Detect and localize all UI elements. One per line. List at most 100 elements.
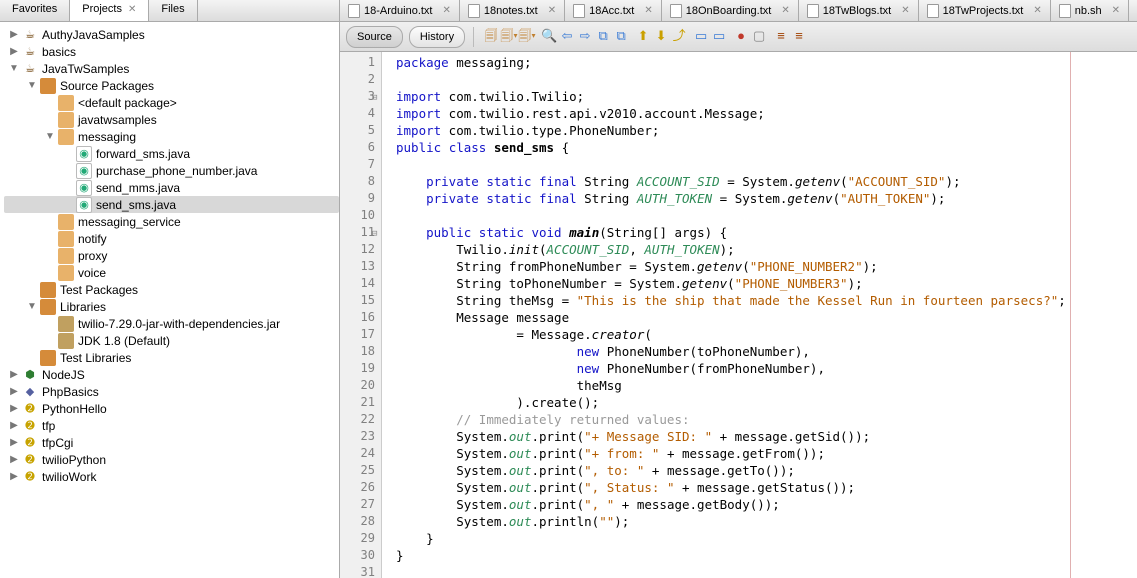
editor-tab[interactable]: nb.sh✕ (1051, 0, 1129, 21)
tree-node[interactable]: JDK 1.8 (Default) (4, 332, 339, 349)
tree-node[interactable]: twilio-7.29.0-jar-with-dependencies.jar (4, 315, 339, 332)
source-button[interactable]: Source (346, 26, 403, 48)
tree-label: send_sms.java (96, 198, 176, 212)
tree-node[interactable]: ▼☕︎JavaTwSamples (4, 60, 339, 77)
i-py-icon: ➋ (22, 452, 38, 468)
tree-node[interactable]: ▶➋PythonHello (4, 400, 339, 417)
tree-node[interactable]: ▶⬢NodeJS (4, 366, 339, 383)
close-icon[interactable]: ✕ (781, 5, 789, 16)
chevron-right-icon[interactable]: ▶ (8, 29, 20, 40)
tab-favorites[interactable]: Favorites (0, 0, 70, 21)
i-pkgroot-icon (40, 78, 56, 94)
tree-node[interactable]: ▼ Libraries (4, 298, 339, 315)
toolbar-icon[interactable]: ▭ (710, 27, 728, 45)
tree-node[interactable]: messaging_service (4, 213, 339, 230)
code-area[interactable]: package messaging;import com.twilio.Twil… (382, 52, 1137, 578)
chevron-right-icon[interactable]: ▶ (8, 420, 20, 431)
tree-node[interactable]: Test Packages (4, 281, 339, 298)
toolbar-icon[interactable]: ▢ (750, 27, 768, 45)
i-pkg-icon (58, 95, 74, 111)
tree-node[interactable]: ▼ Source Packages (4, 77, 339, 94)
i-proj-icon: ☕︎ (22, 44, 38, 60)
i-java-icon: ◉ (76, 163, 92, 179)
chevron-right-icon[interactable]: ▶ (8, 403, 20, 414)
toolbar-icon[interactable]: ● (732, 27, 750, 45)
toolbar-icon[interactable]: ⇨ (576, 27, 594, 45)
tab-files[interactable]: Files (149, 0, 197, 21)
chevron-right-icon[interactable]: ▶ (8, 454, 20, 465)
toolbar-icon[interactable]: ⬇ (652, 27, 670, 45)
i-java-icon: ◉ (76, 197, 92, 213)
tree-node[interactable]: ◉ send_sms.java (4, 196, 339, 213)
close-icon[interactable]: ✕ (644, 5, 652, 16)
chevron-right-icon[interactable]: ▶ (8, 437, 20, 448)
toolbar-icon[interactable]: 🗐▾ (518, 29, 536, 47)
tree-node[interactable]: ◉forward_sms.java (4, 145, 339, 162)
line-gutter[interactable]: 1234567891011121314151617181920212223242… (340, 52, 382, 578)
close-icon[interactable]: ✕ (1112, 5, 1120, 16)
tree-node[interactable]: <default package> (4, 94, 339, 111)
tree-node[interactable]: ▶➋twilioPython (4, 451, 339, 468)
tab-label: 18Acc.txt (589, 5, 634, 17)
close-icon[interactable]: ✕ (901, 5, 909, 16)
close-icon[interactable]: ✕ (128, 4, 136, 15)
tree-node[interactable]: Test Libraries (4, 349, 339, 366)
tree-node[interactable]: ▼ messaging (4, 128, 339, 145)
i-py-icon: ➋ (22, 435, 38, 451)
tree-node[interactable]: ▶☕︎basics (4, 43, 339, 60)
editor-tab[interactable]: 18OnBoarding.txt ✕ (662, 0, 799, 21)
toolbar-icon[interactable]: ⬆ (634, 27, 652, 45)
separator (473, 27, 474, 47)
toolbar-icon[interactable]: ▭ (692, 27, 710, 45)
tree-node[interactable]: ▶☕︎AuthyJavaSamples (4, 26, 339, 43)
i-jar-icon (58, 333, 74, 349)
i-pkg-icon (58, 231, 74, 247)
i-jar-icon (58, 316, 74, 332)
editor-tab[interactable]: 18-Arduino.txt✕ (340, 0, 460, 21)
editor-tab[interactable]: 18TwProjects.txt✕ (919, 0, 1051, 21)
tree-node[interactable]: ◉ purchase_phone_number.java (4, 162, 339, 179)
tree-node[interactable]: ▶➋tfpCgi (4, 434, 339, 451)
tree-node[interactable]: ▶◆PhpBasics (4, 383, 339, 400)
tree-label: purchase_phone_number.java (96, 164, 257, 178)
toolbar-icon[interactable]: ⧉ (594, 27, 612, 45)
chevron-down-icon[interactable]: ▼ (44, 131, 56, 142)
tab-label: 18OnBoarding.txt (686, 5, 772, 17)
history-button[interactable]: History (409, 26, 465, 48)
toolbar-icon[interactable]: ⤴ (670, 26, 688, 44)
chevron-right-icon[interactable]: ▶ (8, 386, 20, 397)
editor-tab[interactable]: 18TwBlogs.txt✕ (799, 0, 919, 21)
left-tab-bar: Favorites Projects✕ Files (0, 0, 339, 22)
close-icon[interactable]: ✕ (442, 5, 450, 16)
editor-tab[interactable]: 18notes.txt✕ (460, 0, 565, 21)
toolbar-icon[interactable]: 🗐▾ (500, 29, 518, 47)
tree-node[interactable]: ▶➋tfp (4, 417, 339, 434)
project-tree[interactable]: ▶☕︎AuthyJavaSamples▶☕︎basics▼☕︎JavaTwSam… (0, 22, 339, 578)
tree-node[interactable]: ▶➋twilioWork (4, 468, 339, 485)
tree-node[interactable]: proxy (4, 247, 339, 264)
editor-tab[interactable]: 18Acc.txt ✕ (565, 0, 662, 21)
tree-node[interactable]: voice (4, 264, 339, 281)
tree-node[interactable]: notify (4, 230, 339, 247)
close-icon[interactable]: ✕ (548, 5, 556, 16)
chevron-down-icon[interactable]: ▼ (26, 80, 38, 91)
close-icon[interactable]: ✕ (1033, 5, 1041, 16)
tree-label: send_mms.java (96, 181, 180, 195)
chevron-down-icon[interactable]: ▼ (8, 63, 20, 74)
chevron-down-icon[interactable]: ▼ (26, 301, 38, 312)
toolbar-icon[interactable]: ⇦ (558, 27, 576, 45)
toolbar-icon[interactable]: 🔍 (540, 27, 558, 45)
tree-node[interactable]: javatwsamples (4, 111, 339, 128)
tree-node[interactable]: ◉send_mms.java (4, 179, 339, 196)
code-editor[interactable]: 1234567891011121314151617181920212223242… (340, 52, 1137, 578)
toolbar-icon[interactable]: ≡ (790, 27, 808, 45)
tree-label: PythonHello (42, 402, 107, 416)
toolbar-icon[interactable]: 🗐 (482, 29, 500, 47)
tab-projects[interactable]: Projects✕ (70, 0, 149, 21)
document-icon (807, 4, 819, 18)
chevron-right-icon[interactable]: ▶ (8, 46, 20, 57)
chevron-right-icon[interactable]: ▶ (8, 369, 20, 380)
chevron-right-icon[interactable]: ▶ (8, 471, 20, 482)
toolbar-icon[interactable]: ≡ (772, 27, 790, 45)
toolbar-icon[interactable]: ⧉ (612, 27, 630, 45)
